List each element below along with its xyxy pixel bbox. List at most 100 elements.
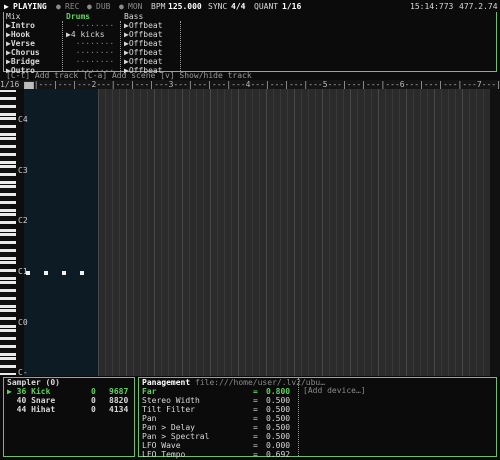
sampler-title: Sampler (0) xyxy=(7,378,60,387)
clip-slot-offbeat[interactable]: ▶Offbeat xyxy=(124,48,163,57)
midi-note[interactable] xyxy=(44,271,48,275)
sample-row-kick[interactable]: ▶ 36 Kick 0 9687 xyxy=(7,387,132,396)
midi-note[interactable] xyxy=(62,271,66,275)
grid-column-line xyxy=(98,89,99,376)
grid-column-line xyxy=(399,89,400,376)
midi-note[interactable] xyxy=(80,271,84,275)
grid-column-line xyxy=(287,89,288,376)
timeline-ruler[interactable]: 1/16 ▆▆|---|---|---2---|---|---|---3---|… xyxy=(0,80,500,89)
add-track-hint[interactable]: [C-t] Add track xyxy=(6,71,78,80)
bass-clips: ▶Offbeat ▶Offbeat ▶Offbeat ▶Offbeat ▶Off… xyxy=(124,21,163,75)
grid-column-line xyxy=(385,89,386,376)
param-pan-spectral[interactable]: Pan > Spectral = 0.500 xyxy=(142,432,296,441)
grid-column-line xyxy=(322,89,323,376)
bpm-value[interactable]: 125.000 xyxy=(168,2,202,11)
octave-label-c3: C3 xyxy=(18,166,28,175)
grid-column-line xyxy=(154,89,155,376)
sample-row-hihat[interactable]: 44 Hihat 0 4134 xyxy=(7,405,132,414)
grid-column-line xyxy=(245,89,246,376)
octave-label-c0: C0 xyxy=(18,318,28,327)
sync-label: SYNC xyxy=(208,2,228,11)
grid-column-line xyxy=(217,89,218,376)
param-pan-delay[interactable]: Pan > Delay = 0.500 xyxy=(142,423,296,432)
grid-column-line xyxy=(434,89,435,376)
octave-label-c2: C2 xyxy=(18,216,28,225)
clip-slot-offbeat[interactable]: ▶Offbeat xyxy=(124,39,163,48)
grid-column-line xyxy=(462,89,463,376)
device-param-list: Far = 0.800 Stereo Width = 0.500 Tilt Filter… xyxy=(142,387,296,459)
bpm-label: BPM xyxy=(151,2,166,11)
grid-column-line xyxy=(476,89,477,376)
add-scene-hint[interactable]: [C-a] Add scene xyxy=(83,71,155,80)
grid-column-line xyxy=(455,89,456,376)
transport-bar: ▶ PLAYING ● REC ● DUB ● MON BPM 125.000 … xyxy=(0,0,500,12)
clip-slot-offbeat[interactable]: ▶Offbeat xyxy=(124,57,163,66)
device-title[interactable]: Panagement xyxy=(142,378,190,387)
clip-slot-offbeat[interactable]: ▶Offbeat xyxy=(124,30,163,39)
clip-slot-offbeat[interactable]: ▶Offbeat xyxy=(124,21,163,30)
show-hide-track-hint[interactable]: [v] Show/hide track xyxy=(160,71,252,80)
mon-toggle[interactable]: MON xyxy=(128,2,142,11)
grid-column-line xyxy=(294,89,295,376)
param-tilt-filter[interactable]: Tilt Filter = 0.500 xyxy=(142,405,296,414)
grid-column-line xyxy=(147,89,148,376)
clip-slot-empty[interactable]: ········ xyxy=(66,57,115,66)
column-header-mix[interactable]: Mix xyxy=(6,12,20,21)
grid-column-line xyxy=(119,89,120,376)
scene-list: ▶Intro ▶Hook ▶Verse ▶Chorus ▶Bridge ▶Out… xyxy=(6,21,40,75)
grid-column-line xyxy=(357,89,358,376)
note-grid[interactable] xyxy=(98,89,490,376)
midi-note[interactable] xyxy=(26,271,30,275)
play-icon[interactable]: ▶ xyxy=(4,2,9,11)
scene-verse[interactable]: ▶Verse xyxy=(6,39,40,48)
grid-column-line xyxy=(133,89,134,376)
grid-column-line xyxy=(175,89,176,376)
add-device-button[interactable]: [Add device…] xyxy=(303,386,366,395)
grid-column-line xyxy=(273,89,274,376)
grid-column-line xyxy=(168,89,169,376)
scrollbar[interactable] xyxy=(490,89,500,376)
grid-column-line xyxy=(112,89,113,376)
param-far[interactable]: Far = 0.800 xyxy=(142,387,296,396)
param-stereo-width[interactable]: Stereo Width = 0.500 xyxy=(142,396,296,405)
grid-column-line xyxy=(231,89,232,376)
quant-value[interactable]: 1/16 xyxy=(282,2,301,11)
scene-chorus[interactable]: ▶Chorus xyxy=(6,48,40,57)
dub-dot-icon: ● xyxy=(87,2,92,11)
grid-column-line xyxy=(378,89,379,376)
grid-column-line xyxy=(224,89,225,376)
shortcut-help-bar: [C-t] Add track [C-a] Add scene [v] Show… xyxy=(6,71,252,80)
quant-label: QUANT xyxy=(254,2,279,11)
grid-column-line xyxy=(308,89,309,376)
clip-slot-4-kicks[interactable]: ▶4 kicks xyxy=(66,30,114,39)
column-header-bass[interactable]: Bass xyxy=(124,12,143,21)
grid-column-line xyxy=(441,89,442,376)
grid-column-line xyxy=(210,89,211,376)
clip-slot-empty[interactable]: ········ xyxy=(66,21,115,30)
grid-column-line xyxy=(252,89,253,376)
grid-column-line xyxy=(280,89,281,376)
clip-slot-empty[interactable]: ········ xyxy=(66,48,115,57)
param-lfo-wave[interactable]: LFO Wave = 0.000 xyxy=(142,441,296,450)
grid-column-line xyxy=(483,89,484,376)
grid-column-line xyxy=(182,89,183,376)
grid-column-line xyxy=(203,89,204,376)
param-lfo-tempo[interactable]: LFO Tempo = 0.692 xyxy=(142,450,296,459)
dub-toggle[interactable]: DUB xyxy=(96,2,110,11)
sync-value[interactable]: 4/4 xyxy=(231,2,245,11)
param-pan[interactable]: Pan = 0.500 xyxy=(142,414,296,423)
column-header-drums[interactable]: Drums xyxy=(66,12,90,21)
scene-intro[interactable]: ▶Intro xyxy=(6,21,40,30)
octave-labels: C4 C3 C2 C1 C0 C- xyxy=(0,89,40,377)
grid-column-line xyxy=(371,89,372,376)
rec-toggle[interactable]: REC xyxy=(65,2,79,11)
grid-column-line xyxy=(420,89,421,376)
clip-slot-empty[interactable]: ········ xyxy=(66,39,115,48)
drums-clips: ········ ▶4 kicks ········ ········ ····… xyxy=(66,21,114,75)
scene-hook[interactable]: ▶Hook xyxy=(6,30,40,39)
octave-label-c-: C- xyxy=(18,368,28,377)
song-position: 477.2.74 xyxy=(459,2,498,11)
grid-column-line xyxy=(238,89,239,376)
sample-row-snare[interactable]: 40 Snare 0 8820 xyxy=(7,396,132,405)
scene-bridge[interactable]: ▶Bridge xyxy=(6,57,40,66)
